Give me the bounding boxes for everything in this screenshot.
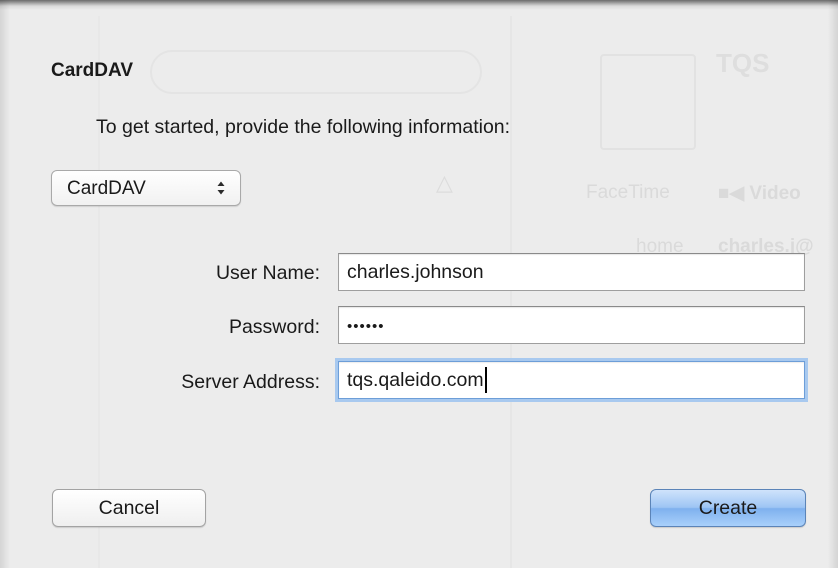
password-label: Password: xyxy=(228,316,320,338)
server-address-field[interactable]: tqs.qaleido.com xyxy=(338,361,805,399)
sheet-top-shadow xyxy=(0,0,838,10)
cancel-button[interactable]: Cancel xyxy=(52,489,206,527)
sheet-left-edge xyxy=(0,0,10,568)
background-video-text: Video xyxy=(749,183,801,204)
background-facetime-label: FaceTime xyxy=(586,182,670,203)
background-contact-photo xyxy=(600,54,696,150)
up-down-arrows-icon xyxy=(217,181,225,195)
background-contact-name: TQS xyxy=(716,48,770,78)
account-type-popup[interactable]: CardDAV xyxy=(51,170,241,206)
text-caret xyxy=(484,366,487,393)
server-address-value: tqs.qaleido.com xyxy=(347,369,484,391)
background-search-field xyxy=(150,50,482,94)
background-divider xyxy=(510,16,512,568)
background-divider xyxy=(98,16,100,568)
account-type-selected: CardDAV xyxy=(67,178,146,199)
background-video-label: ■◀ Video xyxy=(718,183,801,204)
password-masked-value: •••••• xyxy=(347,318,385,335)
sheet-right-edge xyxy=(828,0,838,568)
user-name-value: charles.johnson xyxy=(347,261,484,283)
sheet-title: CardDAV xyxy=(51,60,133,81)
server-address-label: Server Address: xyxy=(181,371,320,393)
background-warning-icon: △ xyxy=(436,170,453,195)
create-button[interactable]: Create xyxy=(650,489,806,527)
user-name-label: User Name: xyxy=(215,262,320,284)
sheet-intro-text: To get started, provide the following in… xyxy=(96,116,511,138)
carddav-account-sheet: TQS △ FaceTime ■◀ Video home charles.j@ … xyxy=(0,0,838,568)
user-name-field[interactable]: charles.johnson xyxy=(338,253,805,291)
password-field[interactable]: •••••• xyxy=(338,306,805,344)
